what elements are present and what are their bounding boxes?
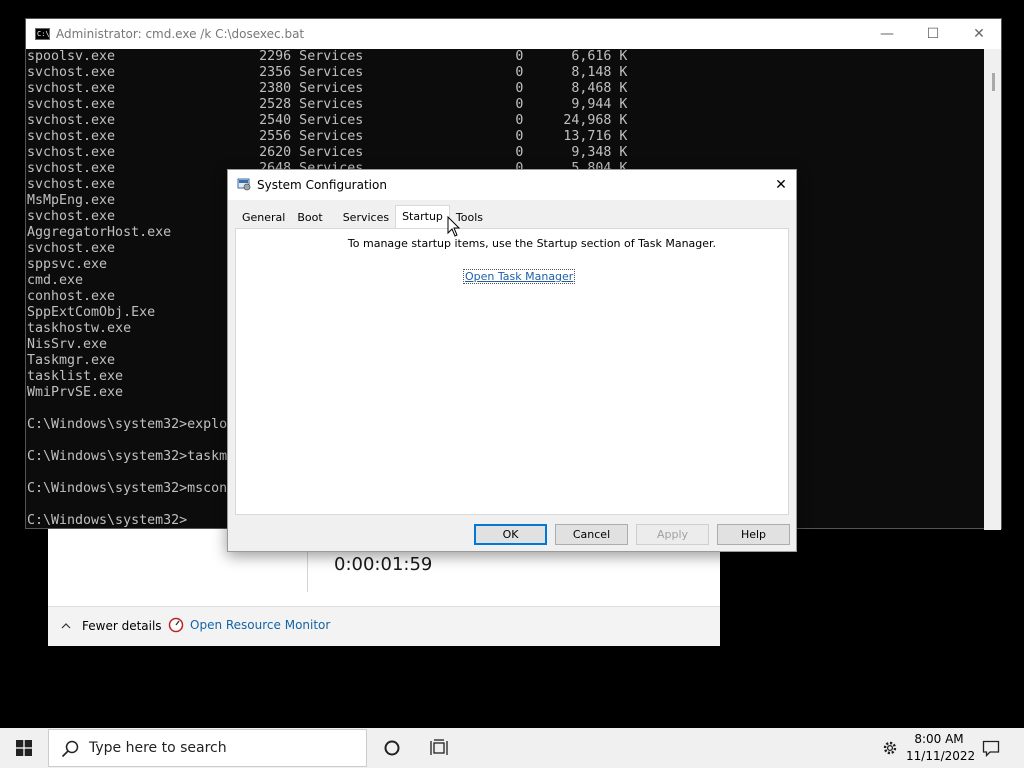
resource-monitor-icon bbox=[168, 617, 184, 633]
divider bbox=[307, 550, 308, 592]
task-manager-footer: Fewer details Open Resource Monitor bbox=[48, 606, 720, 646]
system-configuration-dialog[interactable]: System Configuration ✕ General Boot Serv… bbox=[227, 169, 797, 552]
console-line: svchost.exe 2620 Services 0 9,348 K bbox=[27, 145, 628, 160]
cortana-circle-icon bbox=[384, 740, 400, 756]
console-line: svchost.exe 2528 Services 0 9,944 K bbox=[27, 97, 628, 112]
open-resource-monitor-link[interactable]: Open Resource Monitor bbox=[168, 617, 330, 633]
search-icon bbox=[61, 740, 79, 758]
minimize-button[interactable]: — bbox=[864, 19, 910, 49]
uptime-value: 0:00:01:59 bbox=[334, 554, 433, 575]
open-task-manager-link[interactable]: Open Task Manager bbox=[462, 269, 576, 284]
clock-time: 8:00 AM bbox=[914, 732, 964, 746]
startup-message: To manage startup items, use the Startup… bbox=[347, 237, 717, 250]
fewer-details-button[interactable]: Fewer details bbox=[60, 619, 162, 633]
chevron-up-icon bbox=[61, 623, 71, 629]
dialog-title-bar[interactable]: System Configuration ✕ bbox=[228, 170, 796, 200]
cortana-button[interactable] bbox=[368, 728, 416, 768]
tab-services[interactable]: Services bbox=[337, 207, 395, 229]
taskbar-clock[interactable]: 8:00 AM 11/11/2022 bbox=[906, 731, 976, 765]
taskbar: Type here to search 8:00 AM 11/11/2022 bbox=[0, 728, 1024, 768]
task-view-icon bbox=[430, 739, 448, 755]
console-line: spoolsv.exe 2296 Services 0 6,616 K bbox=[27, 49, 628, 64]
console-line: svchost.exe 2380 Services 0 8,468 K bbox=[27, 81, 628, 96]
cmd-window-title: Administrator: cmd.exe /k C:\dosexec.bat bbox=[56, 27, 305, 41]
close-icon: ✕ bbox=[775, 177, 787, 193]
clock-date: 11/11/2022 bbox=[906, 749, 976, 763]
startup-tab-panel: To manage startup items, use the Startup… bbox=[235, 228, 789, 515]
minimize-icon: — bbox=[880, 26, 894, 42]
cmd-app-icon: C:\ bbox=[35, 28, 50, 40]
apply-button[interactable]: Apply bbox=[636, 524, 709, 545]
open-resource-monitor-label: Open Resource Monitor bbox=[190, 618, 331, 632]
cmd-title-bar[interactable]: C:\ Administrator: cmd.exe /k C:\dosexec… bbox=[26, 19, 1001, 49]
cmd-scrollbar[interactable] bbox=[984, 49, 1001, 530]
maximize-icon: ☐ bbox=[926, 26, 940, 42]
notifications-button[interactable] bbox=[968, 728, 1014, 768]
task-view-button[interactable] bbox=[416, 728, 464, 768]
windows-logo-icon bbox=[16, 740, 32, 756]
console-line: svchost.exe 2540 Services 0 24,968 K bbox=[27, 113, 628, 128]
msconfig-icon bbox=[237, 178, 251, 191]
help-button[interactable]: Help bbox=[717, 524, 790, 545]
fewer-details-label: Fewer details bbox=[82, 619, 162, 633]
tab-boot[interactable]: Boot bbox=[291, 207, 336, 229]
search-placeholder: Type here to search bbox=[89, 740, 227, 756]
ok-button[interactable]: OK bbox=[474, 524, 547, 545]
dialog-close-button[interactable]: ✕ bbox=[766, 170, 796, 200]
close-icon: ✕ bbox=[973, 26, 985, 42]
close-button[interactable]: ✕ bbox=[956, 19, 1002, 49]
cancel-button[interactable]: Cancel bbox=[555, 524, 628, 545]
console-line: svchost.exe 2356 Services 0 8,148 K bbox=[27, 65, 628, 80]
maximize-button[interactable]: ☐ bbox=[910, 19, 956, 49]
gear-icon bbox=[883, 741, 897, 755]
tab-general[interactable]: General bbox=[236, 207, 291, 229]
cmd-scrollbar-thumb[interactable] bbox=[992, 73, 995, 91]
start-button[interactable] bbox=[0, 728, 48, 768]
console-line: svchost.exe 2556 Services 0 13,716 K bbox=[27, 129, 628, 144]
taskbar-search-box[interactable]: Type here to search bbox=[48, 729, 367, 767]
mouse-pointer-icon bbox=[447, 216, 461, 237]
notification-icon bbox=[982, 740, 1000, 757]
dialog-title: System Configuration bbox=[257, 178, 387, 192]
